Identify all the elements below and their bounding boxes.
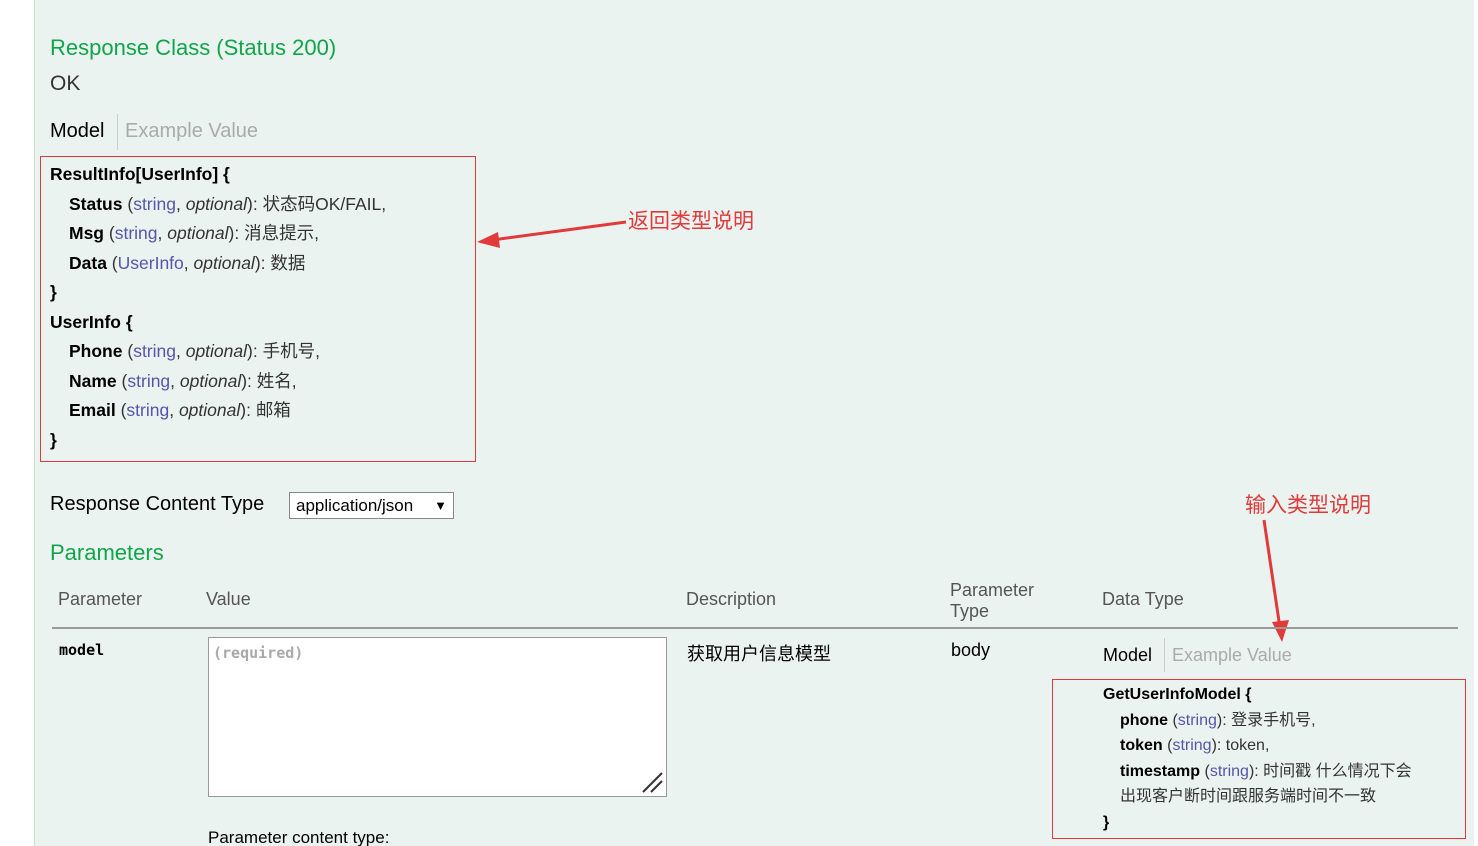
input-model-schema: GetUserInfoModel { phone (string): 登录手机号… xyxy=(1103,682,1412,835)
input-arrow-head xyxy=(1272,620,1289,642)
col-parameter-type: Parameter Type xyxy=(950,580,1035,621)
col-parameter: Parameter xyxy=(58,589,143,609)
field-phone-input: phone (string): 登录手机号, xyxy=(1120,711,1316,729)
col-value: Value xyxy=(206,589,251,609)
return-type-annotation: 返回类型说明 xyxy=(628,210,754,233)
return-arrow-head xyxy=(477,232,500,248)
selected-content-type: application/json xyxy=(296,495,414,515)
data-type-tab-divider xyxy=(1164,638,1165,672)
param-type-body: body xyxy=(951,640,991,660)
resize-handle-icon[interactable] xyxy=(640,770,664,794)
input-type-annotation: 输入类型说明 xyxy=(1245,494,1371,517)
response-content-type-select[interactable]: application/json ▼ xyxy=(289,492,454,519)
param-name-model: model xyxy=(59,641,105,659)
input-arrow-shaft xyxy=(1262,519,1282,629)
return-arrow-shaft xyxy=(491,220,627,242)
data-type-tab-model[interactable]: Model xyxy=(1103,645,1152,666)
table-header-divider xyxy=(52,627,1458,629)
get-user-info-model-title: GetUserInfoModel { xyxy=(1103,686,1252,703)
field-timestamp-input: timestamp (string): 时间戳 什么情况下会 xyxy=(1120,762,1412,780)
field-token-input: token (string): token, xyxy=(1120,737,1270,754)
model-value-textarea[interactable]: (required) xyxy=(208,637,667,797)
col-description: Description xyxy=(686,589,777,609)
parameter-content-type-label: Parameter content type: xyxy=(208,828,390,846)
data-type-tab-example-value[interactable]: Example Value xyxy=(1172,645,1292,666)
response-content-type-label: Response Content Type xyxy=(50,493,265,515)
parameters-heading: Parameters xyxy=(50,540,164,565)
timestamp-desc-continued: 出现客户断时间跟服务端时间不一致 xyxy=(1120,788,1377,805)
param-description: 获取用户信息模型 xyxy=(687,644,831,664)
chevron-down-icon: ▼ xyxy=(434,498,447,513)
get-user-info-model-close: } xyxy=(1103,813,1110,831)
col-data-type: Data Type xyxy=(1102,589,1184,609)
textarea-placeholder: (required) xyxy=(213,644,304,662)
